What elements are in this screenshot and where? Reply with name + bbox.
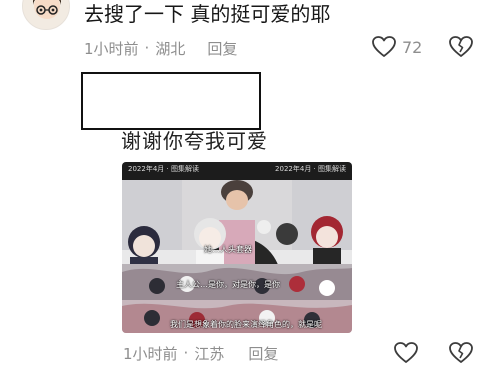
- avatar[interactable]: [22, 0, 70, 30]
- comment-location: 湖北: [155, 39, 186, 58]
- like-button[interactable]: [394, 342, 418, 368]
- broken-heart-icon: [449, 36, 473, 57]
- reply-text: 谢谢你夸我可爱: [121, 129, 268, 153]
- banner-text-right: 2022年4月 · 图集解读: [275, 165, 346, 173]
- comment-text: 去搜了一下 真的挺可爱的耶: [84, 2, 331, 26]
- heart-icon: [372, 36, 396, 57]
- subtitle-1: 她…人头套器: [204, 245, 252, 254]
- comment-meta: 1小时前 · 湖北 回复: [84, 38, 237, 58]
- banner-text-left: 2022年4月 · 图集解读: [128, 165, 199, 173]
- avatar-image: [23, 0, 69, 29]
- image-banner: 2022年4月 · 图集解读 2022年4月 · 图集解读: [122, 162, 352, 180]
- comment-image[interactable]: 2022年4月 · 图集解读 2022年4月 · 图集解读 她…人头套器 主人公…: [122, 162, 352, 333]
- comment-meta: 1小时前 · 江苏 回复: [123, 343, 278, 363]
- dislike-button[interactable]: [449, 36, 473, 62]
- like-count: 72: [402, 37, 423, 57]
- comment-location: 江苏: [194, 344, 225, 363]
- subtitle-3: 我们是想象着你的脸来演绎角色的，就是呢: [170, 320, 322, 329]
- broken-heart-icon: [449, 342, 473, 363]
- redacted-box: [81, 72, 261, 130]
- dislike-button[interactable]: [449, 342, 473, 368]
- reply-button[interactable]: 回复: [248, 343, 278, 364]
- heart-icon: [394, 342, 418, 363]
- meta-separator: ·: [144, 39, 150, 57]
- like-button[interactable]: 72: [372, 36, 422, 58]
- meta-separator: ·: [183, 344, 189, 362]
- comment-time: 1小时前: [84, 39, 139, 58]
- reply-button[interactable]: 回复: [207, 38, 237, 59]
- subtitle-2: 主人公…是你，对是你，是你: [176, 280, 280, 289]
- comment-time: 1小时前: [123, 344, 178, 363]
